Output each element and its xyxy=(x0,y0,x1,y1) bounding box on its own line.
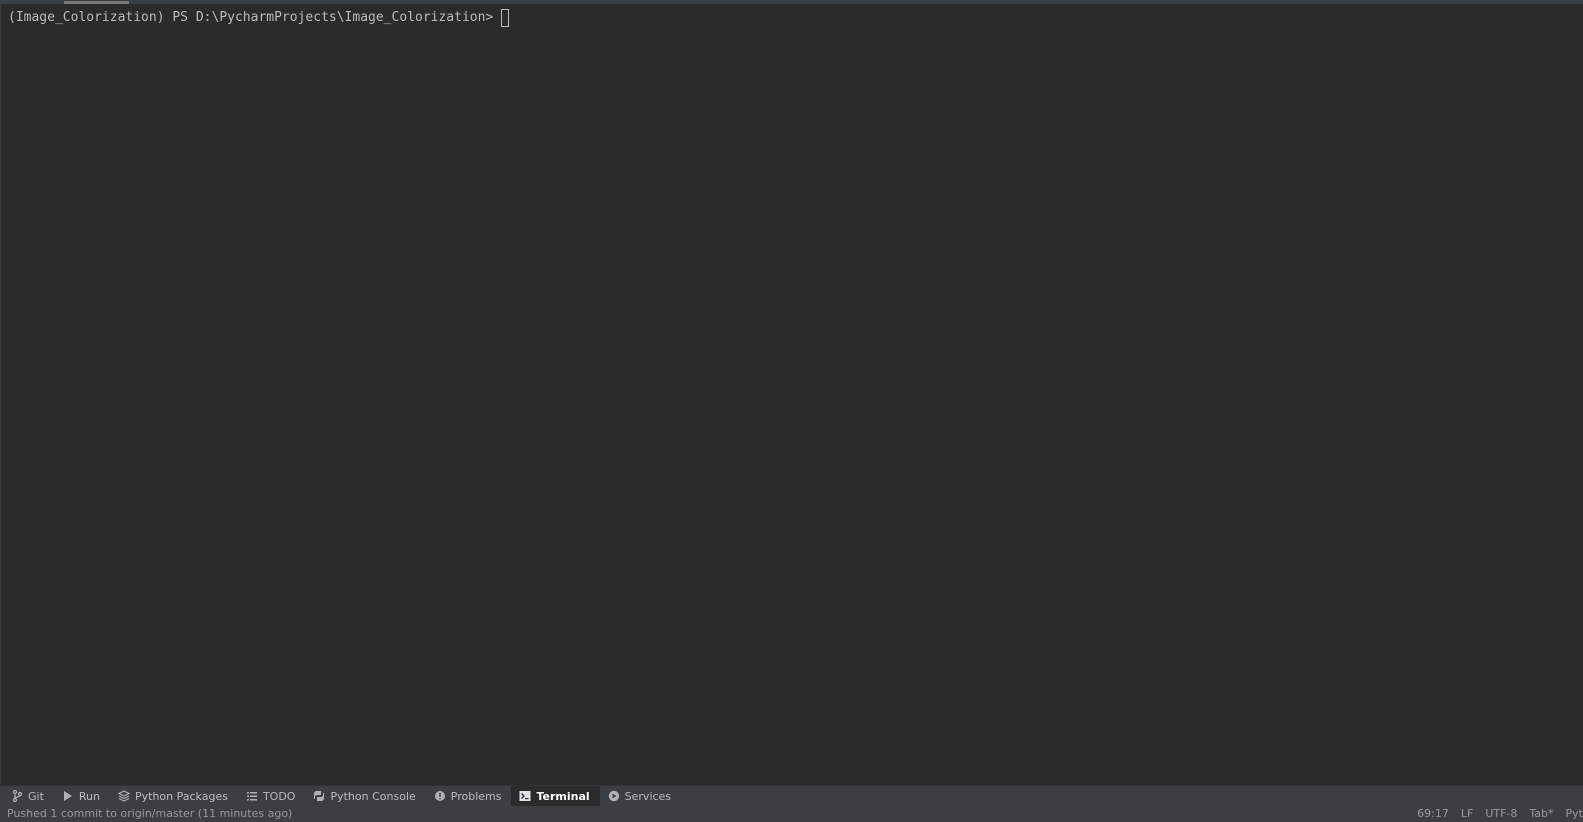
indent-setting[interactable]: Tab* xyxy=(1529,807,1553,820)
ide-window: (Image_Colorization) PS D:\PycharmProjec… xyxy=(0,0,1583,822)
tab-todo-label: TODO xyxy=(262,789,296,803)
tab-git-label: Git xyxy=(28,789,44,803)
tab-python-console-label: Python Console xyxy=(330,789,416,803)
tab-python-packages-label: Python Packages xyxy=(135,789,228,803)
status-message[interactable]: Pushed 1 commit to origin/master (11 min… xyxy=(7,807,292,820)
python-interpreter[interactable]: Pyt xyxy=(1566,807,1583,820)
terminal-panel[interactable]: (Image_Colorization) PS D:\PycharmProjec… xyxy=(0,4,1583,785)
status-bar: Pushed 1 commit to origin/master (11 min… xyxy=(0,806,1583,822)
caret-position[interactable]: 69:17 xyxy=(1417,807,1449,820)
tab-terminal[interactable]: Terminal xyxy=(511,786,600,806)
run-icon xyxy=(62,790,74,802)
tab-services[interactable]: Services xyxy=(600,786,681,806)
tab-git[interactable]: Git xyxy=(3,786,54,806)
status-widgets: 69:17 LF UTF-8 Tab* Pyt xyxy=(1405,807,1583,820)
tab-todo[interactable]: TODO xyxy=(238,786,306,806)
services-icon xyxy=(608,790,620,802)
tab-terminal-label: Terminal xyxy=(536,789,590,803)
tab-services-label: Services xyxy=(624,789,672,803)
line-separator[interactable]: LF xyxy=(1461,807,1473,820)
packages-icon xyxy=(118,790,130,802)
terminal-icon xyxy=(519,790,531,802)
terminal-prompt: (Image_Colorization) PS D:\PycharmProjec… xyxy=(8,10,494,25)
tool-window-bar: Git Run Python Packages TODO Python Cons… xyxy=(0,785,1583,806)
tab-problems-label: Problems xyxy=(450,789,502,803)
python-console-icon xyxy=(313,790,325,802)
problems-icon xyxy=(434,790,446,802)
tab-problems[interactable]: Problems xyxy=(426,786,512,806)
tab-run[interactable]: Run xyxy=(54,786,110,806)
tab-run-label: Run xyxy=(78,789,100,803)
tab-python-packages[interactable]: Python Packages xyxy=(110,786,238,806)
terminal-prompt-line[interactable]: (Image_Colorization) PS D:\PycharmProjec… xyxy=(8,9,510,27)
todo-list-icon xyxy=(246,790,258,802)
tab-python-console[interactable]: Python Console xyxy=(305,786,425,806)
terminal-cursor xyxy=(501,9,510,27)
git-branch-icon xyxy=(11,790,23,802)
file-encoding[interactable]: UTF-8 xyxy=(1485,807,1517,820)
